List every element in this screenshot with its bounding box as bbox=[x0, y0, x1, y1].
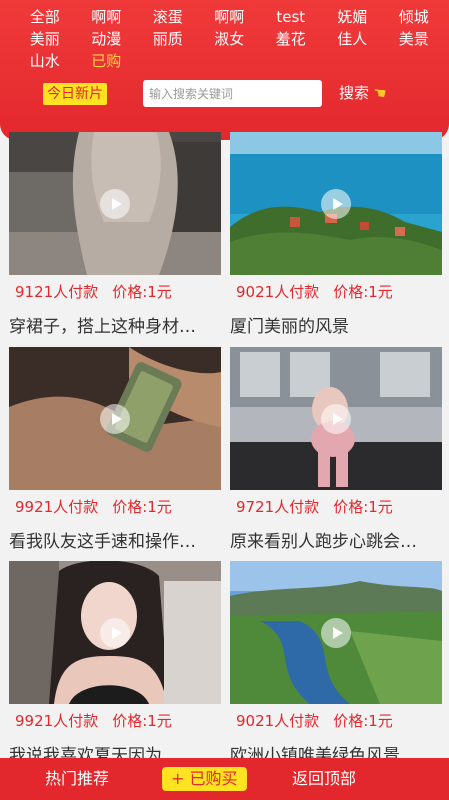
video-title[interactable]: 厦门美丽的风景 bbox=[230, 312, 440, 337]
video-card[interactable]: 9921人付款 价格:1元 看我队友这手速和操作… bbox=[9, 347, 221, 559]
category-item[interactable]: 动漫 bbox=[76, 28, 138, 50]
category-item[interactable]: 滚蛋 bbox=[137, 6, 199, 28]
category-item[interactable]: 美景 bbox=[383, 28, 445, 50]
back-to-top-button[interactable]: 返回顶部 bbox=[292, 768, 356, 790]
today-new-button[interactable]: 今日新片 bbox=[43, 83, 107, 105]
price-label: 价格:1元 bbox=[112, 712, 172, 730]
bottom-nav: 热门推荐 + 已购买 返回顶部 bbox=[0, 758, 449, 800]
category-item[interactable]: 啊啊 bbox=[76, 6, 138, 28]
category-item[interactable]: 全部 bbox=[14, 6, 76, 28]
video-card[interactable]: 9021人付款 价格:1元 厦门美丽的风景 bbox=[230, 132, 442, 344]
category-item[interactable]: test bbox=[260, 6, 322, 28]
video-meta: 9021人付款 价格:1元 bbox=[236, 281, 393, 302]
play-icon bbox=[321, 189, 351, 219]
play-icon bbox=[100, 404, 130, 434]
video-thumbnail[interactable] bbox=[230, 347, 442, 490]
play-icon bbox=[100, 189, 130, 219]
paid-count: 9121人付款 bbox=[15, 283, 99, 301]
play-icon bbox=[100, 618, 130, 648]
paid-count: 9921人付款 bbox=[15, 712, 99, 730]
play-icon bbox=[321, 618, 351, 648]
category-item[interactable]: 山水 bbox=[14, 50, 76, 72]
video-title[interactable]: 原来看别人跑步心跳会… bbox=[230, 527, 440, 552]
category-item[interactable]: 妩媚 bbox=[322, 6, 384, 28]
category-item[interactable]: 美丽 bbox=[14, 28, 76, 50]
video-meta: 9721人付款 价格:1元 bbox=[236, 496, 393, 517]
price-label: 价格:1元 bbox=[112, 283, 172, 301]
video-card[interactable]: 9021人付款 价格:1元 欧洲小镇唯美绿色风景… bbox=[230, 561, 442, 773]
video-thumbnail[interactable] bbox=[230, 132, 442, 275]
paid-count: 9021人付款 bbox=[236, 712, 320, 730]
video-thumbnail[interactable] bbox=[9, 132, 221, 275]
video-meta: 9121人付款 价格:1元 bbox=[15, 281, 172, 302]
video-title[interactable]: 穿裙子，搭上这种身材… bbox=[9, 312, 219, 337]
hot-recommend-button[interactable]: 热门推荐 bbox=[45, 768, 109, 790]
category-item[interactable]: 佳人 bbox=[322, 28, 384, 50]
top-header: 全部 啊啊 滚蛋 啊啊 test 妩媚 倾城 美丽 动漫 丽质 淑女 羞花 佳人… bbox=[0, 0, 449, 140]
search-button[interactable]: 搜索 ☛ bbox=[339, 82, 388, 104]
category-item[interactable]: 丽质 bbox=[137, 28, 199, 50]
price-label: 价格:1元 bbox=[112, 498, 172, 516]
video-meta: 9021人付款 价格:1元 bbox=[236, 710, 393, 731]
search-input[interactable] bbox=[143, 80, 322, 107]
paid-count: 9721人付款 bbox=[236, 498, 320, 516]
video-card[interactable]: 9121人付款 价格:1元 穿裙子，搭上这种身材… bbox=[9, 132, 221, 344]
search-button-label: 搜索 bbox=[339, 84, 370, 102]
category-item-bought[interactable]: 已购 bbox=[76, 50, 138, 72]
category-item[interactable]: 羞花 bbox=[260, 28, 322, 50]
pointing-hand-icon: ☛ bbox=[371, 82, 388, 104]
price-label: 价格:1元 bbox=[333, 712, 393, 730]
price-label: 价格:1元 bbox=[333, 498, 393, 516]
category-nav: 全部 啊啊 滚蛋 啊啊 test 妩媚 倾城 美丽 动漫 丽质 淑女 羞花 佳人… bbox=[14, 6, 444, 72]
video-thumbnail[interactable] bbox=[9, 347, 221, 490]
category-item[interactable]: 倾城 bbox=[383, 6, 445, 28]
paid-count: 9921人付款 bbox=[15, 498, 99, 516]
video-thumbnail[interactable] bbox=[230, 561, 442, 704]
video-card[interactable]: 9721人付款 价格:1元 原来看别人跑步心跳会… bbox=[230, 347, 442, 559]
video-meta: 9921人付款 价格:1元 bbox=[15, 710, 172, 731]
category-item[interactable]: 啊啊 bbox=[199, 6, 261, 28]
video-title[interactable]: 看我队友这手速和操作… bbox=[9, 527, 219, 552]
price-label: 价格:1元 bbox=[333, 283, 393, 301]
search-bar: 今日新片 搜索 ☛ bbox=[0, 80, 449, 108]
video-meta: 9921人付款 价格:1元 bbox=[15, 496, 172, 517]
video-thumbnail[interactable] bbox=[9, 561, 221, 704]
video-card[interactable]: 9921人付款 价格:1元 我说我喜欢夏天因为… bbox=[9, 561, 221, 773]
category-item[interactable]: 淑女 bbox=[199, 28, 261, 50]
bought-button[interactable]: + 已购买 bbox=[162, 767, 247, 791]
paid-count: 9021人付款 bbox=[236, 283, 320, 301]
play-icon bbox=[321, 404, 351, 434]
